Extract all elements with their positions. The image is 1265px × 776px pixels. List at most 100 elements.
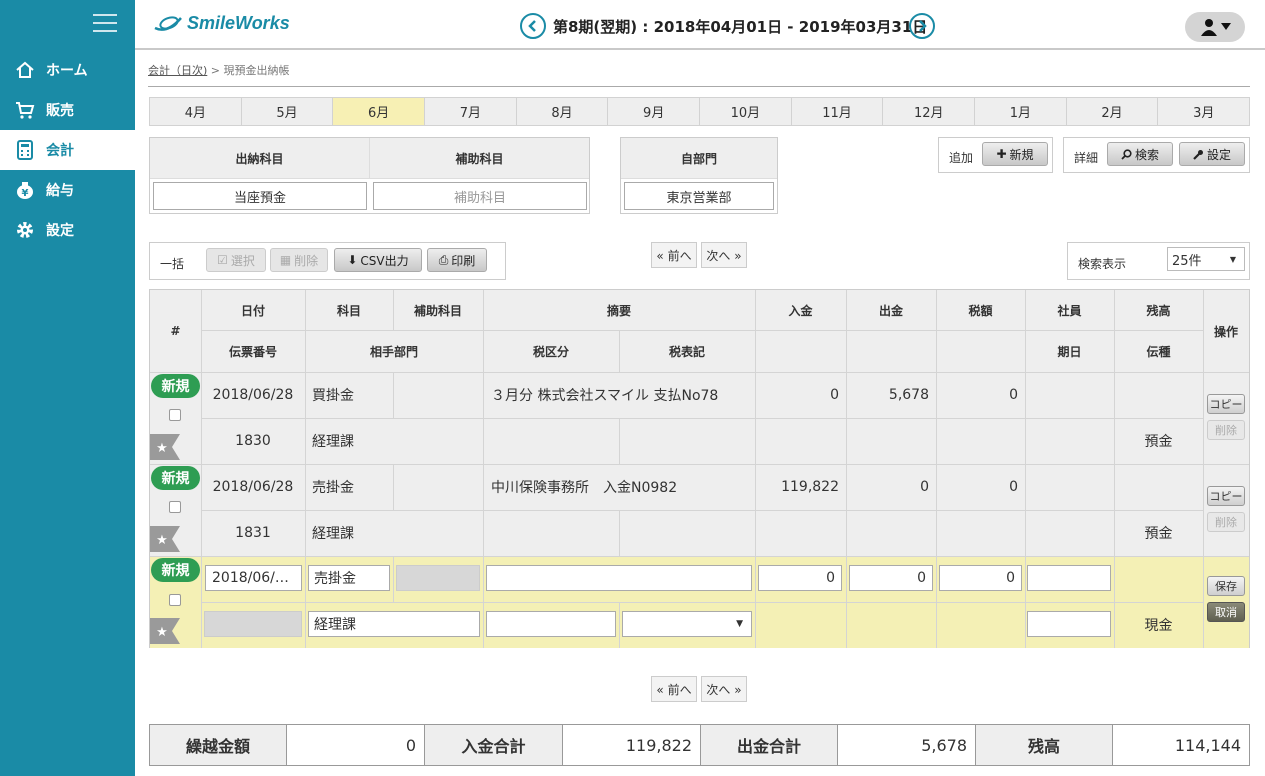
printer-icon: ⎙ — [438, 252, 449, 267]
row-deposit[interactable]: 119,822 — [755, 464, 839, 510]
withdrawal-total-label: 出金合計 — [701, 725, 838, 765]
row-date[interactable]: 2018/06/28 — [201, 372, 305, 418]
row-checkbox[interactable] — [169, 501, 181, 513]
row-partner-dept[interactable]: 経理課 — [312, 418, 354, 464]
partner-dept-input[interactable]: 経理課 — [308, 611, 480, 637]
sub-account-input[interactable]: 補助科目 — [373, 182, 587, 210]
deposit-total-label: 入金合計 — [425, 725, 563, 765]
sidebar-item-label: 給与 — [46, 183, 74, 199]
star-flag-icon[interactable]: ★ — [150, 618, 180, 644]
summary-input[interactable] — [486, 565, 752, 591]
bulk-delete-button[interactable]: ▦ 削除 — [270, 248, 328, 272]
search-button[interactable]: 検索 — [1107, 142, 1173, 166]
copy-button[interactable]: コピー — [1207, 394, 1245, 414]
tax-notation-select[interactable]: ▼ — [622, 611, 752, 637]
next-page-button[interactable]: 次へ » — [701, 242, 747, 268]
tab-month-2[interactable]: 2月 — [1067, 98, 1159, 125]
prev-period-button[interactable] — [520, 13, 546, 39]
csv-export-button[interactable]: ⬇ CSV出力 — [334, 248, 422, 272]
user-menu-button[interactable] — [1185, 12, 1245, 42]
slip-number-input — [204, 611, 302, 637]
department-filter-panel: 自部門 東京営業部 — [620, 137, 778, 214]
cart-icon — [14, 99, 36, 121]
tab-month-8[interactable]: 8月 — [517, 98, 609, 125]
tab-month-5[interactable]: 5月 — [242, 98, 334, 125]
account-filter-panel: 出納科目 補助科目 当座預金 補助科目 — [149, 137, 590, 214]
header-sub-account: 補助科目 — [413, 303, 462, 318]
tax-class-input[interactable] — [486, 611, 616, 637]
row-slip-number[interactable]: 1831 — [201, 510, 305, 556]
copy-button[interactable]: コピー — [1207, 486, 1245, 506]
hamburger-menu-icon[interactable] — [93, 14, 117, 34]
new-entry-button-label: 新規 — [1009, 147, 1034, 162]
row-account[interactable]: 売掛金 — [312, 464, 354, 510]
tab-month-11[interactable]: 11月 — [792, 98, 884, 125]
row-summary[interactable]: 中川保険事務所 入金N0982 — [491, 464, 677, 510]
row-tax[interactable]: 0 — [936, 372, 1018, 418]
employee-input[interactable] — [1027, 565, 1111, 591]
header-withdrawal: 出金 — [878, 303, 903, 318]
new-entry-button[interactable]: ✚ 新規 — [982, 142, 1048, 166]
logo[interactable]: SmileWorks — [153, 12, 290, 34]
settings-button[interactable]: 設定 — [1179, 142, 1245, 166]
tab-month-12[interactable]: 12月 — [883, 98, 976, 125]
caret-down-icon — [1220, 23, 1231, 30]
tab-month-1[interactable]: 1月 — [975, 98, 1067, 125]
row-slip-number[interactable]: 1830 — [201, 418, 305, 464]
row-withdrawal[interactable]: 5,678 — [846, 372, 929, 418]
row-deposit[interactable]: 0 — [755, 372, 839, 418]
row-summary[interactable]: ３月分 株式会社スマイル 支払No78 — [491, 372, 718, 418]
header-number: # — [170, 324, 181, 338]
department-select[interactable]: 東京営業部 — [624, 182, 774, 210]
row-delete-button[interactable]: 削除 — [1207, 420, 1245, 440]
prev-page-button-bottom[interactable]: « 前へ — [651, 676, 697, 702]
yen-bag-icon: ¥ — [14, 179, 36, 201]
star-flag-icon[interactable]: ★ — [150, 434, 180, 460]
bulk-select-button[interactable]: ☑ 選択 — [206, 248, 266, 272]
row-checkbox[interactable] — [169, 409, 181, 421]
tab-month-9[interactable]: 9月 — [608, 98, 701, 125]
tab-month-6[interactable]: 6月 — [333, 98, 426, 125]
tab-month-7[interactable]: 7月 — [425, 98, 517, 125]
department-filter-label: 自部門 — [621, 138, 777, 179]
print-button[interactable]: ⎙ 印刷 — [427, 248, 487, 272]
account-input[interactable]: 売掛金 — [308, 565, 390, 591]
save-button[interactable]: 保存 — [1207, 576, 1245, 596]
header-deposit: 入金 — [788, 303, 813, 318]
row-withdrawal[interactable]: 0 — [846, 464, 929, 510]
row-account[interactable]: 買掛金 — [312, 372, 354, 418]
row-checkbox[interactable] — [169, 594, 181, 606]
sidebar-item-payroll[interactable]: ¥ 給与 — [0, 170, 135, 210]
deposit-input[interactable]: 0 — [758, 565, 842, 591]
due-date-input[interactable] — [1027, 611, 1111, 637]
header-balance: 残高 — [1146, 303, 1171, 318]
sidebar-item-accounting[interactable]: 会計 — [0, 130, 135, 170]
cancel-button[interactable]: 取消 — [1207, 602, 1245, 622]
tab-month-3[interactable]: 3月 — [1158, 98, 1249, 125]
sidebar-item-sales[interactable]: 販売 — [0, 90, 135, 130]
withdrawal-input[interactable]: 0 — [849, 565, 933, 591]
row-tax[interactable]: 0 — [936, 464, 1018, 510]
sidebar-item-label: ホーム — [46, 63, 88, 79]
row-date[interactable]: 2018/06/28 — [201, 464, 305, 510]
prev-page-button[interactable]: « 前へ — [651, 242, 697, 268]
sidebar-item-settings[interactable]: 設定 — [0, 210, 135, 250]
tax-input[interactable]: 0 — [939, 565, 1022, 591]
tab-month-4[interactable]: 4月 — [150, 98, 242, 125]
next-page-button-bottom[interactable]: 次へ » — [701, 676, 747, 702]
header-slip-number: 伝票番号 — [228, 344, 277, 359]
row-partner-dept[interactable]: 経理課 — [312, 510, 354, 556]
display-count-label: 検索表示 — [1078, 257, 1127, 271]
svg-text:★: ★ — [156, 441, 168, 456]
sidebar-item-home[interactable]: ホーム — [0, 50, 135, 90]
star-flag-icon[interactable]: ★ — [150, 526, 180, 552]
bulk-select-button-label: 選択 — [230, 253, 255, 268]
account-select[interactable]: 当座預金 — [153, 182, 367, 210]
tab-month-10[interactable]: 10月 — [700, 98, 792, 125]
date-input[interactable]: 2018/06/… — [205, 565, 302, 591]
next-period-button[interactable] — [909, 13, 935, 39]
display-count-select[interactable]: 25件 ▼ — [1167, 247, 1245, 271]
row-delete-button[interactable]: 削除 — [1207, 512, 1245, 532]
new-badge: 新規 — [151, 466, 200, 490]
breadcrumb-parent-link[interactable]: 会計（日次) — [148, 64, 207, 77]
